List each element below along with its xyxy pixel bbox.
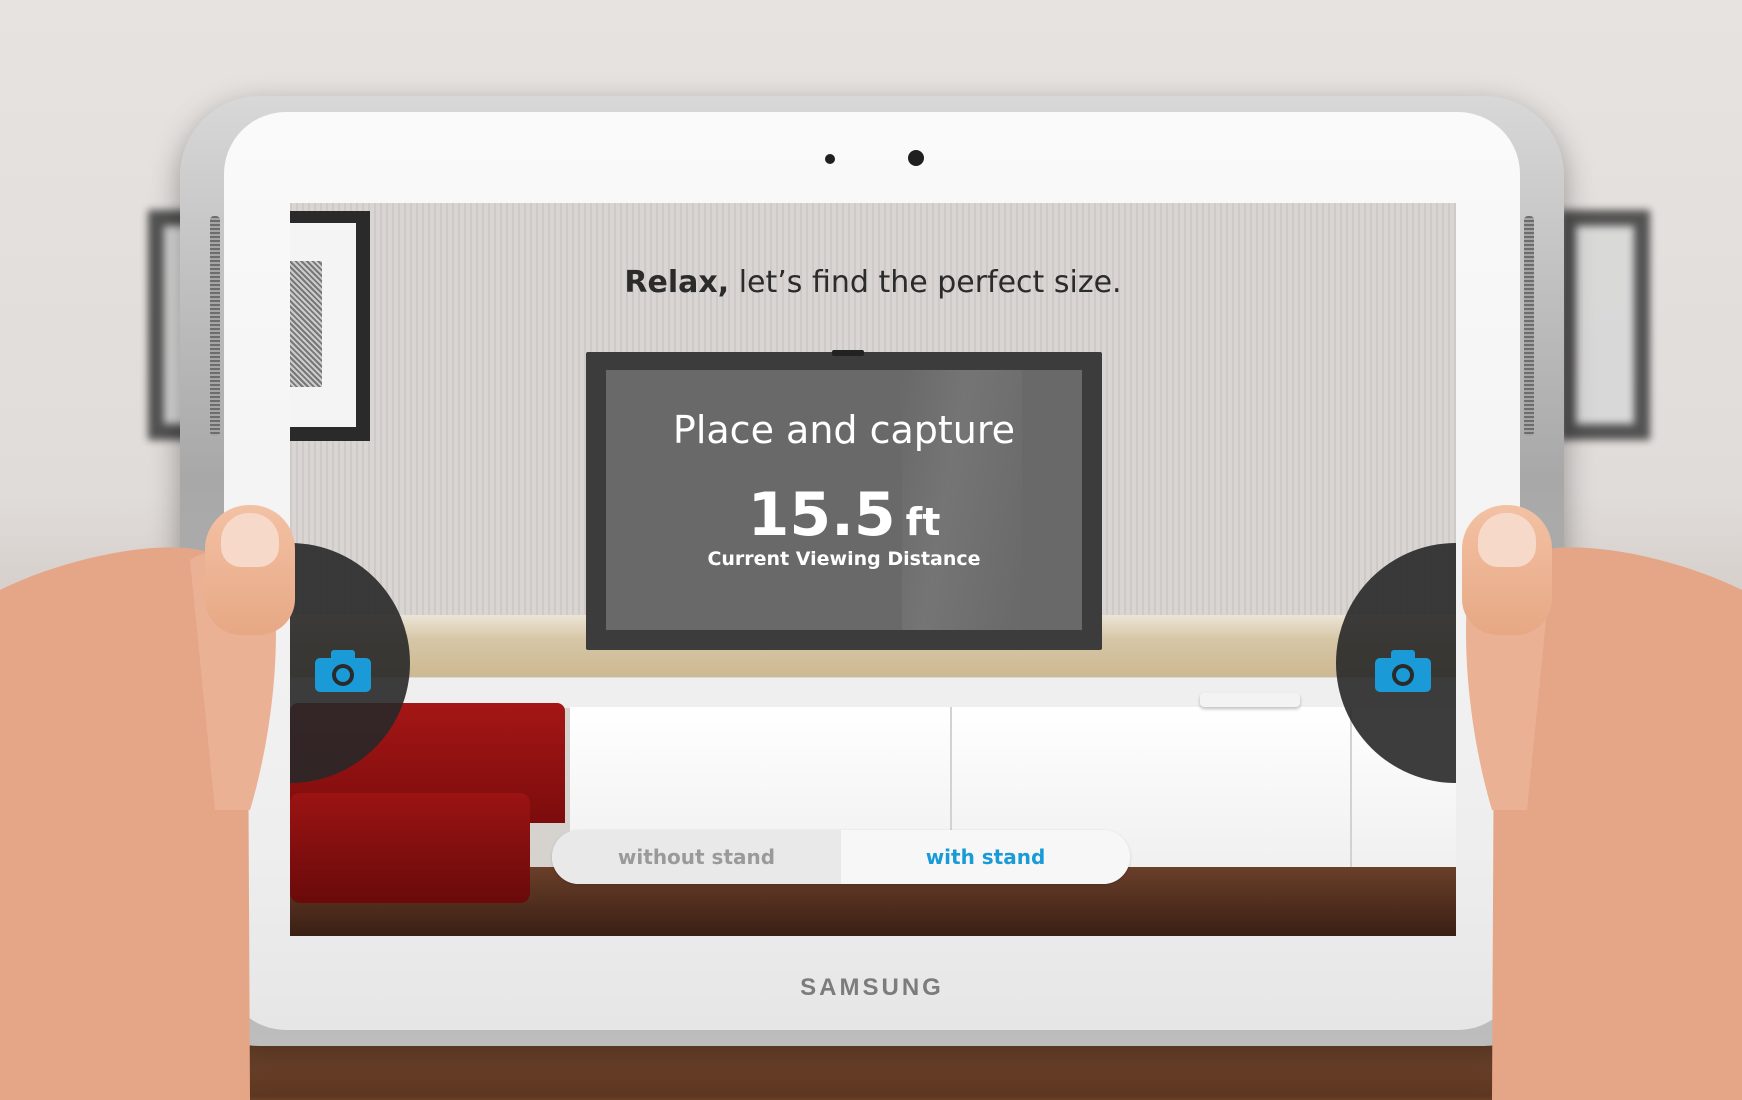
open-book (1200, 693, 1300, 707)
app-screen: Relax, let’s find the perfect size. Plac… (290, 203, 1456, 936)
camera-icon (1375, 650, 1431, 692)
red-sofa-seat (290, 793, 530, 903)
toggle-without-stand[interactable]: without stand (552, 830, 842, 884)
viewing-distance-unit: ft (905, 500, 941, 544)
right-thumb (1462, 505, 1552, 635)
tv-camera-icon (832, 350, 864, 356)
toggle-with-stand[interactable]: with stand (841, 830, 1130, 884)
front-camera-icon (908, 150, 924, 166)
page-title: Relax, let’s find the perfect size. (290, 265, 1456, 300)
headline-text: let’s find the perfect size. (729, 265, 1122, 300)
device-brand-logo: SAMSUNG (800, 974, 944, 1001)
wall-picture (290, 211, 370, 441)
left-thumb (205, 505, 295, 635)
viewing-distance-readout: 15.5 ft (606, 480, 1082, 550)
speaker-grille-left (210, 216, 220, 436)
speaker-grille-right (1524, 216, 1534, 436)
tv-overlay-screen: Place and capture 15.5 ft Current Viewing… (606, 370, 1082, 630)
background-frame-right (1560, 210, 1650, 440)
stand-toggle[interactable]: without stand with stand (552, 830, 1130, 884)
capture-instruction: Place and capture (672, 408, 1016, 452)
viewing-distance-label: Current Viewing Distance (707, 548, 981, 570)
camera-icon (315, 650, 371, 692)
front-sensor-icon (825, 154, 835, 164)
viewing-distance-value: 15.5 (747, 480, 896, 550)
headline-bold: Relax, (624, 265, 730, 300)
tv-overlay[interactable]: Place and capture 15.5 ft Current Viewing… (586, 350, 1102, 650)
